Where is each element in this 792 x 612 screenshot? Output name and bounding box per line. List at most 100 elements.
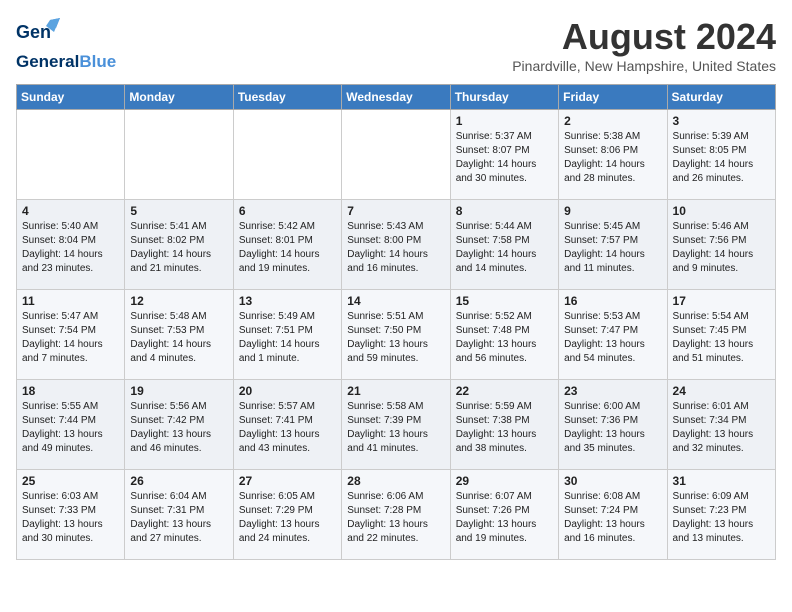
day-info: Sunrise: 6:06 AM Sunset: 7:28 PM Dayligh… bbox=[347, 490, 444, 546]
calendar-cell: 7Sunrise: 5:43 AM Sunset: 8:00 PM Daylig… bbox=[342, 200, 450, 290]
calendar-cell: 13 Sunrise: 5:49 AM Sunset: 7:51 PM Dayli… bbox=[233, 290, 341, 380]
day-number: 12 bbox=[130, 294, 227, 308]
weekday-header: Wednesday bbox=[342, 85, 450, 110]
day-number: 31 bbox=[673, 474, 770, 488]
day-info: Sunrise: 5:45 AM Sunset: 7:57 PM Dayligh… bbox=[564, 220, 661, 276]
month-year: August 2024 bbox=[512, 16, 776, 58]
weekday-header: Friday bbox=[559, 85, 667, 110]
day-number: 2 bbox=[564, 114, 661, 128]
calendar-cell: 14 Sunrise: 5:51 AM Sunset: 7:50 PM Dayli… bbox=[342, 290, 450, 380]
calendar-cell: 12 Sunrise: 5:48 AM Sunset: 7:53 PM Dayli… bbox=[125, 290, 233, 380]
day-number: 14 bbox=[347, 294, 444, 308]
weekday-header: Monday bbox=[125, 85, 233, 110]
calendar-cell: 16 Sunrise: 5:53 AM Sunset: 7:47 PM Dayli… bbox=[559, 290, 667, 380]
day-info: Sunrise: 5:46 AM Sunset: 7:56 PM Dayligh… bbox=[673, 220, 770, 276]
day-number: 17 bbox=[673, 294, 770, 308]
calendar-week-row: 18Sunrise: 5:55 AM Sunset: 7:44 PM Dayli… bbox=[17, 380, 776, 470]
day-number: 22 bbox=[456, 384, 553, 398]
weekday-header-row: SundayMondayTuesdayWednesdayThursdayFrid… bbox=[17, 85, 776, 110]
calendar-cell: 29 Sunrise: 6:07 AM Sunset: 7:26 PM Dayli… bbox=[450, 470, 558, 560]
weekday-header: Tuesday bbox=[233, 85, 341, 110]
day-number: 1 bbox=[456, 114, 553, 128]
calendar-cell: 21 Sunrise: 5:58 AM Sunset: 7:39 PM Dayli… bbox=[342, 380, 450, 470]
calendar-cell: 19Sunrise: 5:56 AM Sunset: 7:42 PM Dayli… bbox=[125, 380, 233, 470]
calendar-cell: 15 Sunrise: 5:52 AM Sunset: 7:48 PM Dayli… bbox=[450, 290, 558, 380]
calendar-cell: 17 Sunrise: 5:54 AM Sunset: 7:45 PM Dayli… bbox=[667, 290, 775, 380]
day-info: Sunrise: 6:04 AM Sunset: 7:31 PM Dayligh… bbox=[130, 490, 227, 546]
calendar-cell: 3 Sunrise: 5:39 AM Sunset: 8:05 PM Daylig… bbox=[667, 110, 775, 200]
day-info: Sunrise: 5:42 AM Sunset: 8:01 PM Dayligh… bbox=[239, 220, 336, 276]
day-number: 9 bbox=[564, 204, 661, 218]
calendar-cell: 31 Sunrise: 6:09 AM Sunset: 7:23 PM Dayli… bbox=[667, 470, 775, 560]
day-info: Sunrise: 5:54 AM Sunset: 7:45 PM Dayligh… bbox=[673, 310, 770, 366]
calendar-week-row: 1 Sunrise: 5:37 AM Sunset: 8:07 PM Daylig… bbox=[17, 110, 776, 200]
calendar-cell: 2 Sunrise: 5:38 AM Sunset: 8:06 PM Daylig… bbox=[559, 110, 667, 200]
day-number: 26 bbox=[130, 474, 227, 488]
calendar-cell: 24 Sunrise: 6:01 AM Sunset: 7:34 PM Dayli… bbox=[667, 380, 775, 470]
calendar-cell bbox=[233, 110, 341, 200]
calendar-cell: 10 Sunrise: 5:46 AM Sunset: 7:56 PM Dayli… bbox=[667, 200, 775, 290]
weekday-header: Saturday bbox=[667, 85, 775, 110]
day-info: Sunrise: 6:00 AM Sunset: 7:36 PM Dayligh… bbox=[564, 400, 661, 456]
calendar-week-row: 11Sunrise: 5:47 AM Sunset: 7:54 PM Dayli… bbox=[17, 290, 776, 380]
calendar-cell: 28 Sunrise: 6:06 AM Sunset: 7:28 PM Dayli… bbox=[342, 470, 450, 560]
calendar-cell: 6Sunrise: 5:42 AM Sunset: 8:01 PM Daylig… bbox=[233, 200, 341, 290]
day-info: Sunrise: 5:55 AM Sunset: 7:44 PM Dayligh… bbox=[22, 400, 119, 456]
weekday-header: Sunday bbox=[17, 85, 125, 110]
day-info: Sunrise: 5:52 AM Sunset: 7:48 PM Dayligh… bbox=[456, 310, 553, 366]
day-info: Sunrise: 5:37 AM Sunset: 8:07 PM Dayligh… bbox=[456, 130, 553, 186]
day-number: 24 bbox=[673, 384, 770, 398]
day-number: 8 bbox=[456, 204, 553, 218]
calendar-cell: 30Sunrise: 6:08 AM Sunset: 7:24 PM Dayli… bbox=[559, 470, 667, 560]
day-number: 25 bbox=[22, 474, 119, 488]
day-number: 16 bbox=[564, 294, 661, 308]
calendar-week-row: 4Sunrise: 5:40 AM Sunset: 8:04 PM Daylig… bbox=[17, 200, 776, 290]
calendar-cell: 18Sunrise: 5:55 AM Sunset: 7:44 PM Dayli… bbox=[17, 380, 125, 470]
calendar-cell bbox=[17, 110, 125, 200]
calendar-cell: 20 Sunrise: 5:57 AM Sunset: 7:41 PM Dayli… bbox=[233, 380, 341, 470]
calendar-cell: 8Sunrise: 5:44 AM Sunset: 7:58 PM Daylig… bbox=[450, 200, 558, 290]
day-info: Sunrise: 5:43 AM Sunset: 8:00 PM Dayligh… bbox=[347, 220, 444, 276]
day-info: Sunrise: 6:05 AM Sunset: 7:29 PM Dayligh… bbox=[239, 490, 336, 546]
day-info: Sunrise: 6:01 AM Sunset: 7:34 PM Dayligh… bbox=[673, 400, 770, 456]
calendar-cell: 26 Sunrise: 6:04 AM Sunset: 7:31 PM Dayli… bbox=[125, 470, 233, 560]
day-number: 28 bbox=[347, 474, 444, 488]
day-number: 21 bbox=[347, 384, 444, 398]
day-info: Sunrise: 5:51 AM Sunset: 7:50 PM Dayligh… bbox=[347, 310, 444, 366]
calendar-cell: 9 Sunrise: 5:45 AM Sunset: 7:57 PM Daylig… bbox=[559, 200, 667, 290]
title-area: August 2024 Pinardville, New Hampshire, … bbox=[512, 16, 776, 74]
day-info: Sunrise: 5:48 AM Sunset: 7:53 PM Dayligh… bbox=[130, 310, 227, 366]
day-number: 15 bbox=[456, 294, 553, 308]
day-info: Sunrise: 5:58 AM Sunset: 7:39 PM Dayligh… bbox=[347, 400, 444, 456]
day-number: 5 bbox=[130, 204, 227, 218]
day-info: Sunrise: 6:03 AM Sunset: 7:33 PM Dayligh… bbox=[22, 490, 119, 546]
calendar-cell: 27 Sunrise: 6:05 AM Sunset: 7:29 PM Dayli… bbox=[233, 470, 341, 560]
calendar-table: SundayMondayTuesdayWednesdayThursdayFrid… bbox=[16, 84, 776, 560]
page-header: Gen General Blue August 2024 Pinardville… bbox=[16, 16, 776, 74]
day-number: 10 bbox=[673, 204, 770, 218]
day-number: 27 bbox=[239, 474, 336, 488]
logo-blue: Blue bbox=[79, 52, 116, 72]
day-info: Sunrise: 5:49 AM Sunset: 7:51 PM Dayligh… bbox=[239, 310, 336, 366]
day-info: Sunrise: 5:47 AM Sunset: 7:54 PM Dayligh… bbox=[22, 310, 119, 366]
day-number: 23 bbox=[564, 384, 661, 398]
day-number: 29 bbox=[456, 474, 553, 488]
logo: Gen General Blue bbox=[16, 16, 116, 72]
logo-general: General bbox=[16, 52, 79, 72]
day-info: Sunrise: 5:59 AM Sunset: 7:38 PM Dayligh… bbox=[456, 400, 553, 456]
day-info: Sunrise: 6:09 AM Sunset: 7:23 PM Dayligh… bbox=[673, 490, 770, 546]
day-info: Sunrise: 5:57 AM Sunset: 7:41 PM Dayligh… bbox=[239, 400, 336, 456]
day-number: 3 bbox=[673, 114, 770, 128]
calendar-week-row: 25 Sunrise: 6:03 AM Sunset: 7:33 PM Dayli… bbox=[17, 470, 776, 560]
calendar-cell: 23 Sunrise: 6:00 AM Sunset: 7:36 PM Dayli… bbox=[559, 380, 667, 470]
day-number: 13 bbox=[239, 294, 336, 308]
day-info: Sunrise: 5:39 AM Sunset: 8:05 PM Dayligh… bbox=[673, 130, 770, 186]
day-info: Sunrise: 6:07 AM Sunset: 7:26 PM Dayligh… bbox=[456, 490, 553, 546]
calendar-cell bbox=[125, 110, 233, 200]
day-info: Sunrise: 5:53 AM Sunset: 7:47 PM Dayligh… bbox=[564, 310, 661, 366]
day-info: Sunrise: 5:40 AM Sunset: 8:04 PM Dayligh… bbox=[22, 220, 119, 276]
day-number: 20 bbox=[239, 384, 336, 398]
day-info: Sunrise: 5:56 AM Sunset: 7:42 PM Dayligh… bbox=[130, 400, 227, 456]
day-info: Sunrise: 5:38 AM Sunset: 8:06 PM Dayligh… bbox=[564, 130, 661, 186]
calendar-cell: 4Sunrise: 5:40 AM Sunset: 8:04 PM Daylig… bbox=[17, 200, 125, 290]
